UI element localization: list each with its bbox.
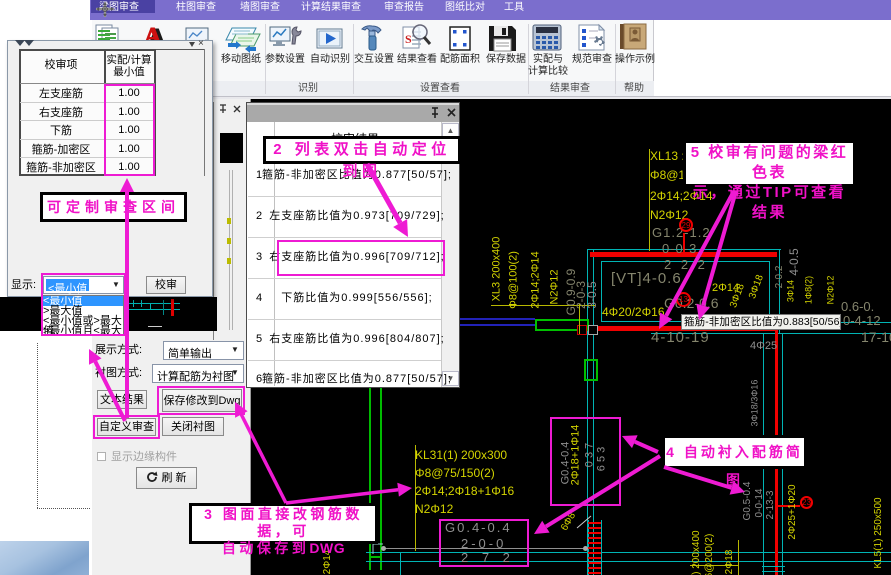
svg-text:S: S — [405, 32, 412, 46]
